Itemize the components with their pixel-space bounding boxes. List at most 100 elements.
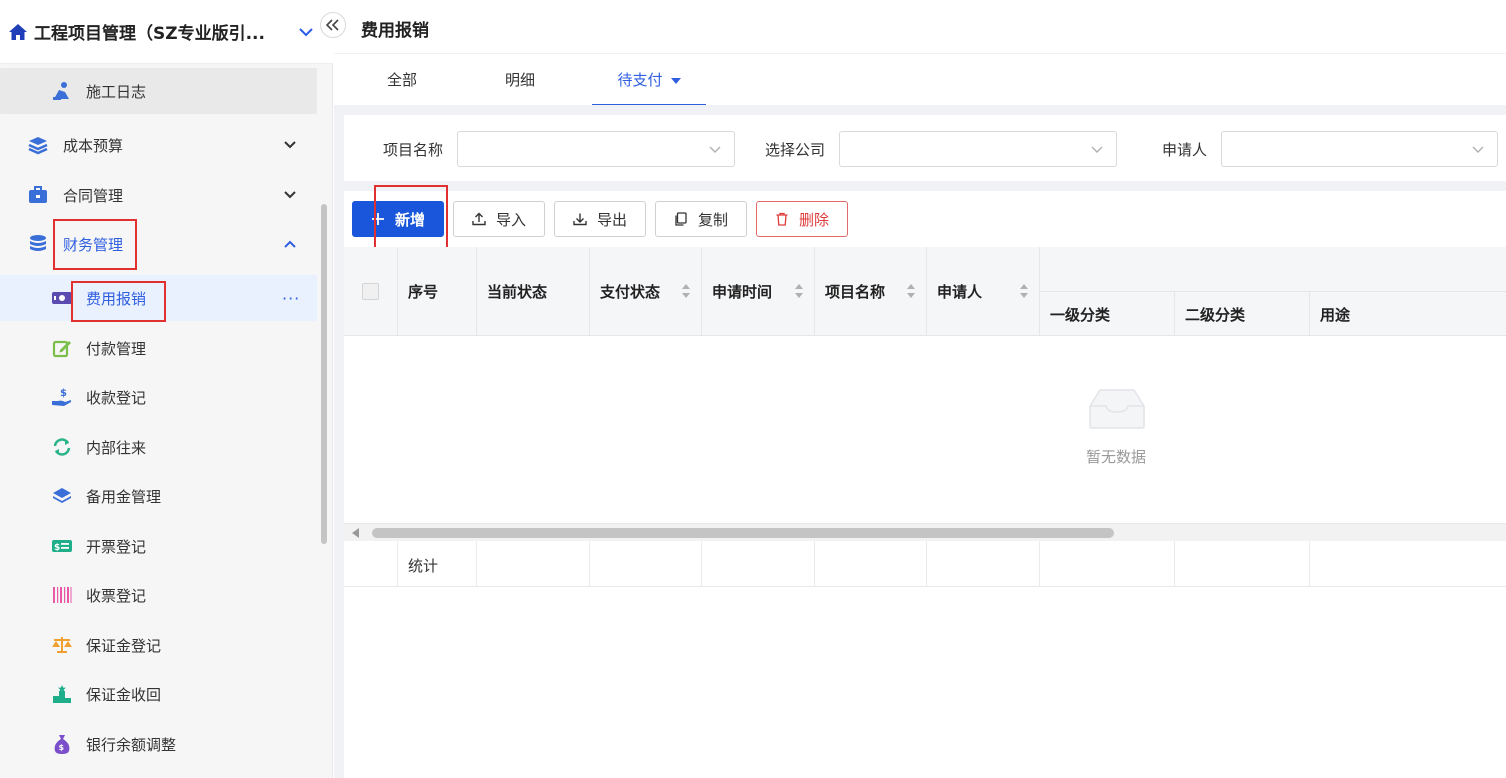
- chevron-down-icon: [284, 191, 296, 199]
- table-summary-row: 统计: [344, 541, 1506, 587]
- tab-all[interactable]: 全部: [370, 54, 434, 106]
- banknote-icon: [51, 287, 73, 309]
- sidebar-item-label: 开票登记: [86, 537, 147, 556]
- summary-cell: [590, 541, 702, 587]
- main-content: 费用报销 全部 明细 待支付 项目名称 选择公司 申请人 新增 导入 导出 复制…: [334, 0, 1506, 778]
- section-divider: [344, 181, 1506, 191]
- sidebar-item-label: 保证金登记: [86, 636, 162, 655]
- column-header-purpose: 用途: [1310, 291, 1506, 336]
- column-header-applicant[interactable]: 申请人: [927, 247, 1040, 336]
- scrollbar-thumb[interactable]: [372, 528, 1114, 538]
- tab-pending-payment[interactable]: 待支付: [592, 54, 706, 106]
- more-icon[interactable]: ···: [282, 289, 300, 308]
- caret-down-icon: [670, 77, 681, 84]
- coins-icon: [27, 233, 49, 255]
- sidebar-item-bank-balance[interactable]: $ 银行余额调整: [0, 721, 317, 767]
- column-header-label: 二级分类: [1185, 306, 1246, 324]
- plus-icon: [371, 213, 384, 225]
- tab-bar: 全部 明细 待支付: [334, 53, 1506, 106]
- table-header: 序号 当前状态 支付状态 申请时间 项目名称 申请人 一级分类 二级分类 用途: [344, 247, 1506, 336]
- sidebar-item-invoice-receive[interactable]: 收票登记: [0, 572, 317, 618]
- sidebar-item-payment[interactable]: 付款管理: [0, 325, 317, 371]
- sidebar-item-label: 合同管理: [63, 186, 124, 205]
- svg-text:$: $: [59, 743, 65, 752]
- sidebar-item-internal-transfer[interactable]: 内部往来: [0, 424, 317, 470]
- horizontal-scrollbar[interactable]: [344, 523, 1506, 541]
- column-header-current-status: 当前状态: [477, 247, 590, 336]
- sidebar-item-deposit-register[interactable]: 保证金登记: [0, 622, 317, 668]
- scroll-left-icon[interactable]: [352, 528, 359, 538]
- select-all-checkbox[interactable]: [362, 283, 379, 300]
- upload-icon: [472, 212, 486, 226]
- money-bag-icon: $: [51, 733, 73, 755]
- sidebar-item-contract[interactable]: 合同管理: [0, 172, 317, 218]
- sort-icon[interactable]: [794, 282, 804, 300]
- sidebar-item-label: 费用报销: [86, 289, 147, 308]
- content-gutter: [334, 105, 344, 778]
- summary-cell: [702, 541, 815, 587]
- refresh-icon: [51, 436, 73, 458]
- chevron-up-icon: [284, 240, 296, 248]
- sidebar-item-invoice-issue[interactable]: $ 开票登记: [0, 523, 317, 569]
- svg-text:$: $: [60, 388, 67, 399]
- column-header-label: 一级分类: [1050, 306, 1111, 324]
- copy-button[interactable]: 复制: [655, 201, 747, 237]
- sort-icon[interactable]: [906, 282, 916, 300]
- sidebar-item-construction-log[interactable]: 施工日志: [0, 68, 317, 114]
- select-all-column: [344, 247, 398, 336]
- sidebar-item-label: 银行余额调整: [86, 735, 177, 754]
- double-chevron-left-icon: [326, 19, 339, 31]
- column-header-label: 用途: [1320, 306, 1351, 324]
- edit-icon: [51, 337, 73, 359]
- sidebar-item-cost-budget[interactable]: 成本预算: [0, 122, 317, 168]
- sidebar-item-label: 保证金收回: [86, 685, 162, 704]
- import-button[interactable]: 导入: [453, 201, 545, 237]
- chevron-down-icon[interactable]: [296, 22, 316, 42]
- company-filter-label: 选择公司: [765, 141, 826, 159]
- column-header-label: 序号: [408, 283, 439, 301]
- chevron-down-icon: [1091, 146, 1103, 153]
- sidebar-item-label: 收款登记: [86, 388, 147, 407]
- export-button[interactable]: 导出: [554, 201, 646, 237]
- copy-button-label: 复制: [697, 210, 728, 229]
- applicant-select[interactable]: [1221, 131, 1498, 167]
- sidebar-item-petty-cash[interactable]: 备用金管理: [0, 473, 317, 519]
- sidebar-item-label: 成本预算: [63, 136, 124, 155]
- delete-button-label: 删除: [798, 210, 829, 229]
- briefcase-icon: [27, 184, 49, 206]
- worker-icon: [51, 80, 73, 102]
- layers-icon: [27, 134, 49, 156]
- sidebar-item-expense-reimbursement[interactable]: 费用报销 ···: [0, 275, 317, 321]
- column-header-apply-time[interactable]: 申请时间: [702, 247, 815, 336]
- import-button-label: 导入: [495, 210, 526, 229]
- download-icon: [573, 213, 587, 226]
- chevron-down-icon: [709, 146, 721, 153]
- tab-detail[interactable]: 明细: [488, 54, 552, 106]
- sort-icon[interactable]: [1019, 282, 1029, 300]
- column-header-payment-status[interactable]: 支付状态: [590, 247, 702, 336]
- section-divider: [334, 105, 1506, 115]
- sidebar-item-label: 内部往来: [86, 438, 147, 457]
- summary-cell: [477, 541, 590, 587]
- tab-label: 待支付: [617, 71, 663, 89]
- column-header-project-name[interactable]: 项目名称: [815, 247, 927, 336]
- empty-inbox-icon: [1089, 389, 1145, 429]
- collapse-sidebar-button[interactable]: [320, 12, 346, 38]
- company-select[interactable]: [839, 131, 1117, 167]
- project-select[interactable]: [457, 131, 735, 167]
- column-header-category-1: 一级分类: [1040, 291, 1175, 336]
- sort-icon[interactable]: [681, 282, 691, 300]
- tab-label: 明细: [504, 71, 535, 89]
- add-button[interactable]: 新增: [352, 201, 444, 237]
- sidebar-item-label: 财务管理: [63, 235, 124, 254]
- column-header-label: 当前状态: [487, 283, 548, 301]
- column-header-index: 序号: [398, 247, 477, 336]
- sidebar-item-finance[interactable]: 财务管理: [0, 221, 317, 267]
- podium-icon: [51, 683, 73, 705]
- home-icon[interactable]: [8, 22, 28, 42]
- sidebar-item-receipt[interactable]: $ 收款登记: [0, 374, 317, 420]
- sidebar-item-label: 备用金管理: [86, 487, 162, 506]
- sidebar-item-deposit-return[interactable]: 保证金收回: [0, 671, 317, 717]
- delete-button[interactable]: 删除: [756, 201, 848, 237]
- sidebar-scrollbar[interactable]: [321, 204, 327, 544]
